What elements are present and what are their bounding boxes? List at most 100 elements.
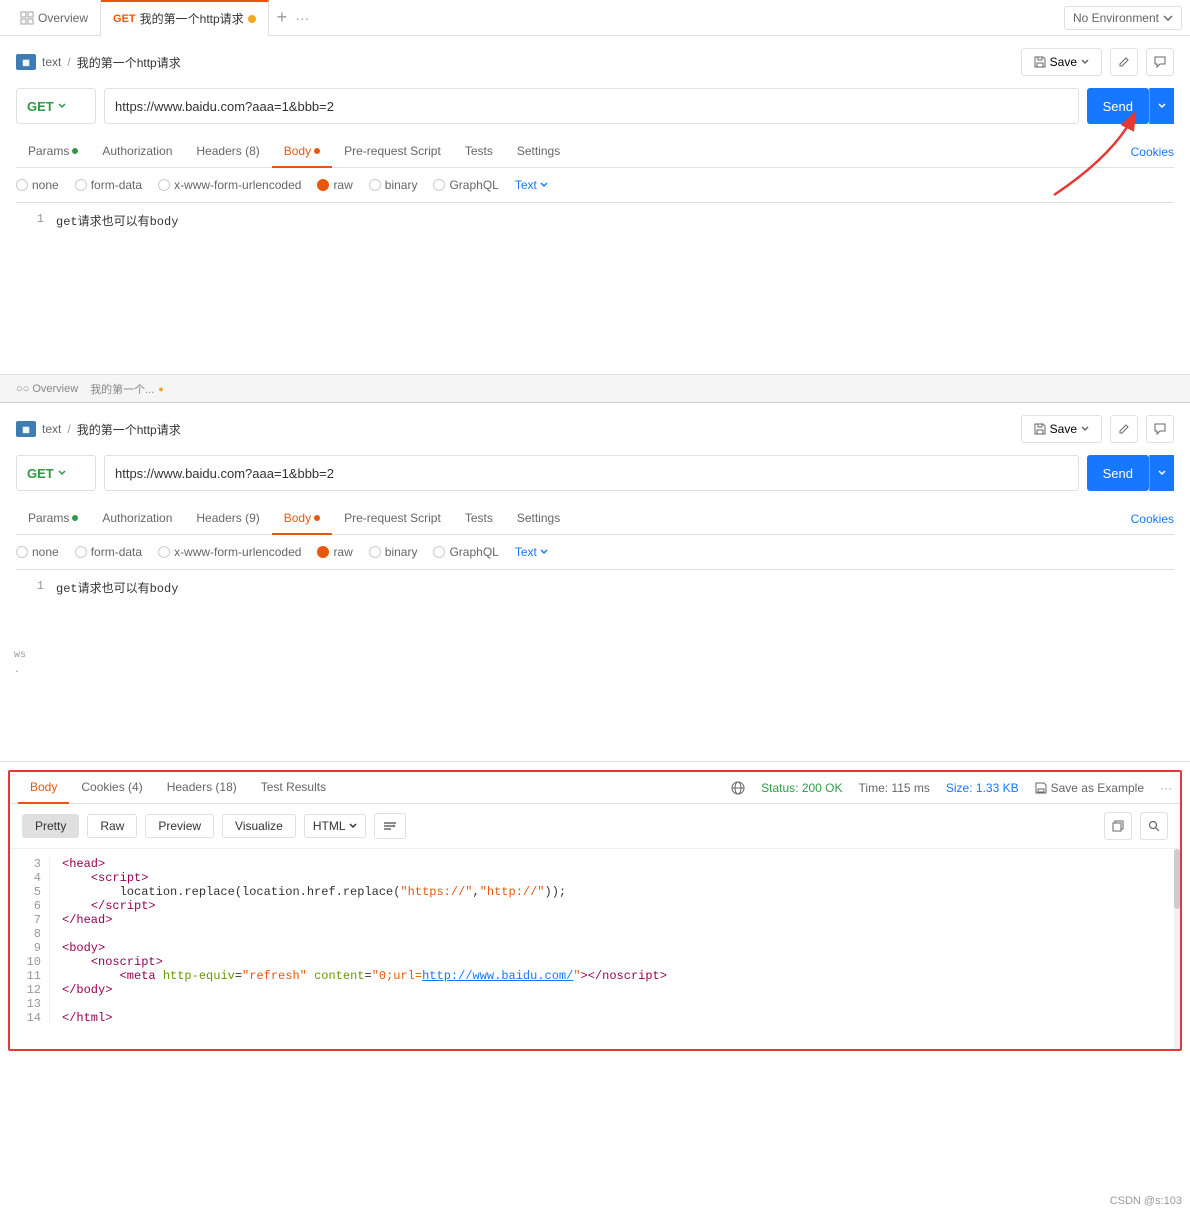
- tab-tests[interactable]: Tests: [453, 136, 505, 168]
- scrollbar-thumb[interactable]: [1174, 849, 1180, 909]
- binary-radio[interactable]: [369, 179, 381, 191]
- form-data-option-2[interactable]: form-data: [75, 545, 142, 559]
- env-label: No Environment: [1073, 11, 1159, 25]
- code-row-5: 5 location.replace(location.href.replace…: [10, 885, 1180, 899]
- tab-settings-2[interactable]: Settings: [505, 503, 572, 535]
- response-status-bar: Status: 200 OK Time: 115 ms Size: 1.33 K…: [731, 781, 1172, 795]
- graphql-option[interactable]: GraphQL: [433, 178, 498, 192]
- wrap-icon: [383, 821, 397, 831]
- partial-tab-name: 我的第一个...: [90, 381, 154, 397]
- raw-option[interactable]: raw: [317, 178, 352, 192]
- search-response-button[interactable]: [1140, 812, 1168, 840]
- save-button[interactable]: Save: [1021, 48, 1102, 76]
- tab-headers-2[interactable]: Headers (9): [184, 503, 271, 535]
- tab-body-2[interactable]: Body: [272, 503, 332, 535]
- resp-tab-headers[interactable]: Headers (18): [155, 772, 249, 804]
- raw-radio[interactable]: [317, 179, 329, 191]
- urlencoded-radio-2[interactable]: [158, 546, 170, 558]
- overview-tab[interactable]: Overview: [8, 0, 101, 36]
- save-button-2[interactable]: Save: [1021, 415, 1102, 443]
- request-tab[interactable]: GET 我的第一个http请求: [101, 0, 269, 36]
- wrap-button[interactable]: [374, 813, 406, 839]
- none-radio[interactable]: [16, 179, 28, 191]
- method-selector-2[interactable]: GET: [16, 455, 96, 491]
- method-selector[interactable]: GET: [16, 88, 96, 124]
- code-row-4: 4 <script>: [10, 871, 1180, 885]
- line-1-content: get请求也可以有body: [56, 212, 178, 229]
- environment-selector[interactable]: No Environment: [1064, 6, 1182, 30]
- form-data-radio[interactable]: [75, 179, 87, 191]
- url-input-2[interactable]: [104, 455, 1079, 491]
- tab-settings[interactable]: Settings: [505, 136, 572, 168]
- raw-option-2[interactable]: raw: [317, 545, 352, 559]
- format-selector[interactable]: HTML: [304, 814, 366, 838]
- save-label-2: Save: [1050, 422, 1077, 436]
- comment-button[interactable]: [1146, 48, 1174, 76]
- binary-option[interactable]: binary: [369, 178, 418, 192]
- save-example-button[interactable]: Save as Example: [1035, 781, 1144, 795]
- code-row-6: 6 </script>: [10, 899, 1180, 913]
- graphql-option-2[interactable]: GraphQL: [433, 545, 498, 559]
- urlencoded-radio[interactable]: [158, 179, 170, 191]
- body-dot-2: [314, 515, 320, 521]
- none-option-2[interactable]: none: [16, 545, 59, 559]
- binary-radio-2[interactable]: [369, 546, 381, 558]
- tab-params[interactable]: Params: [16, 136, 90, 168]
- urlencoded-option[interactable]: x-www-form-urlencoded: [158, 178, 301, 192]
- code-row-10: 10 <noscript>: [10, 955, 1180, 969]
- tab-headers[interactable]: Headers (8): [184, 136, 271, 168]
- params-dot-2: [72, 515, 78, 521]
- response-more-menu[interactable]: ···: [1160, 781, 1172, 795]
- request-tabs-2: Params Authorization Headers (9) Body Pr…: [16, 503, 1174, 535]
- visualize-view-button[interactable]: Visualize: [222, 814, 296, 838]
- add-tab-button[interactable]: +: [277, 7, 288, 28]
- code-editor[interactable]: 1 get请求也可以有body: [16, 202, 1174, 362]
- none-radio-2[interactable]: [16, 546, 28, 558]
- graphql-radio-2[interactable]: [433, 546, 445, 558]
- tab-body[interactable]: Body: [272, 136, 332, 168]
- tab-pre-request-2[interactable]: Pre-request Script: [332, 503, 453, 535]
- url-bar-2: GET Send: [16, 455, 1174, 491]
- code-row-14: 14 </html>: [10, 1011, 1180, 1025]
- scrollbar-track[interactable]: [1174, 849, 1180, 1049]
- response-toolbar: Pretty Raw Preview Visualize HTML: [10, 804, 1180, 849]
- body-type-selector-2: none form-data x-www-form-urlencoded raw…: [16, 535, 1174, 569]
- copy-response-button[interactable]: [1104, 812, 1132, 840]
- raw-radio-2[interactable]: [317, 546, 329, 558]
- code-row-13: 13: [10, 997, 1180, 1011]
- preview-view-button[interactable]: Preview: [145, 814, 214, 838]
- resp-tab-cookies[interactable]: Cookies (4): [69, 772, 154, 804]
- send-button-2[interactable]: Send: [1087, 455, 1149, 491]
- send-dropdown-button-2[interactable]: [1149, 455, 1174, 491]
- tab-tests-2[interactable]: Tests: [453, 503, 505, 535]
- response-time: Time: 115 ms: [859, 781, 930, 795]
- breadcrumb-folder: text: [42, 55, 61, 69]
- cookies-link-2[interactable]: Cookies: [1131, 504, 1174, 534]
- comment-button-2[interactable]: [1146, 415, 1174, 443]
- breadcrumb-separator: /: [67, 55, 70, 69]
- text-format-selector-2[interactable]: Text: [515, 545, 548, 559]
- tab-params-2[interactable]: Params: [16, 503, 90, 535]
- body-dot: [314, 148, 320, 154]
- code-editor-2[interactable]: 1 get请求也可以有body ws .: [16, 569, 1174, 749]
- tab-authorization-2[interactable]: Authorization: [90, 503, 184, 535]
- resp-tab-body[interactable]: Body: [18, 772, 69, 804]
- form-data-radio-2[interactable]: [75, 546, 87, 558]
- urlencoded-option-2[interactable]: x-www-form-urlencoded: [158, 545, 301, 559]
- tab-authorization[interactable]: Authorization: [90, 136, 184, 168]
- code-row-3: 3 <head>: [10, 857, 1180, 871]
- graphql-radio[interactable]: [433, 179, 445, 191]
- resp-tab-test-results[interactable]: Test Results: [249, 772, 338, 804]
- none-option[interactable]: none: [16, 178, 59, 192]
- more-tabs-button[interactable]: ···: [295, 10, 309, 26]
- text-format-selector[interactable]: Text: [515, 178, 548, 192]
- edit-button-2[interactable]: [1110, 415, 1138, 443]
- pretty-view-button[interactable]: Pretty: [22, 814, 79, 838]
- code-row-8: 8: [10, 927, 1180, 941]
- tab-pre-request[interactable]: Pre-request Script: [332, 136, 453, 168]
- edit-button[interactable]: [1110, 48, 1138, 76]
- form-data-option[interactable]: form-data: [75, 178, 142, 192]
- raw-view-button[interactable]: Raw: [87, 814, 137, 838]
- url-input[interactable]: [104, 88, 1079, 124]
- binary-option-2[interactable]: binary: [369, 545, 418, 559]
